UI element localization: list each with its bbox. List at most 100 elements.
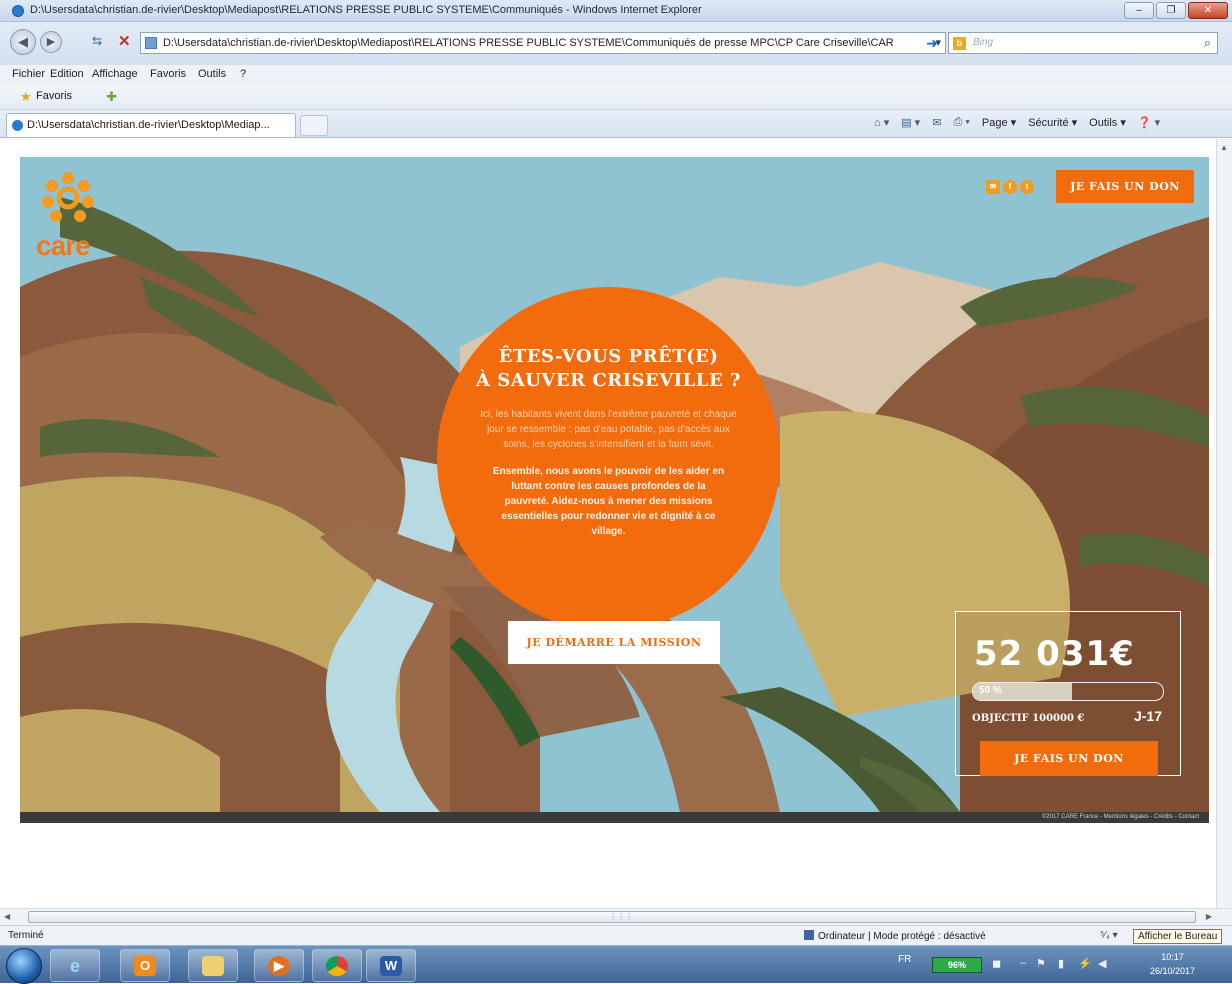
outlook-icon: O: [134, 956, 156, 976]
tray-icon-2[interactable]: –: [1020, 957, 1026, 969]
favorites-star-icon[interactable]: ★: [20, 89, 32, 105]
battery-indicator[interactable]: 96%: [932, 957, 982, 973]
taskbar-ie[interactable]: e: [50, 949, 100, 982]
scroll-right-icon[interactable]: ▶: [1206, 912, 1212, 921]
ie-taskbar-icon: e: [69, 956, 80, 976]
clock[interactable]: 10:17 26/10/2017: [1150, 950, 1195, 978]
clock-time: 10:17: [1161, 952, 1184, 962]
facebook-icon[interactable]: f: [1003, 180, 1017, 194]
tab-title: D:\Usersdata\christian.de-rivier\Desktop…: [27, 119, 270, 131]
fund-percent: 50 %: [979, 685, 1002, 696]
menu-affichage[interactable]: Affichage: [92, 68, 138, 80]
menu-fichier[interactable]: Fichier: [12, 68, 45, 80]
headline-line-1: ÊTES-VOUS PRÊT(E): [498, 346, 719, 367]
network-icon[interactable]: ▮: [1058, 957, 1064, 970]
taskbar-explorer[interactable]: [188, 949, 238, 982]
back-button[interactable]: ◀: [10, 29, 36, 55]
favorites-bar: ★ Favoris ✚: [0, 84, 1232, 110]
bing-icon: b: [953, 37, 966, 50]
media-player-icon: ▶: [268, 956, 290, 976]
fund-progress-bar: 50 %: [972, 682, 1164, 701]
computer-icon: [804, 930, 814, 940]
taskbar-word[interactable]: W: [366, 949, 416, 982]
mission-circle: ÊTES-VOUS PRÊT(E) À SAUVER CRISEVILLE ? …: [437, 287, 780, 630]
taskbar-chrome[interactable]: [312, 949, 362, 982]
refresh-icon[interactable]: ⇆: [92, 34, 102, 48]
twitter-icon[interactable]: t: [1020, 180, 1034, 194]
folder-icon: [202, 956, 224, 976]
address-bar[interactable]: D:\Usersdata\christian.de-rivier\Desktop…: [140, 32, 946, 54]
signal-icon[interactable]: ⚡: [1078, 957, 1092, 970]
donate-bottom-button[interactable]: JE FAIS UN DON: [980, 741, 1158, 776]
taskbar: e O ▶ W FR 96% ◼ – ⚑ ▮ ⚡ ◀ 10:17 26/10/2…: [0, 945, 1232, 984]
care-brand-text: care: [36, 230, 91, 261]
scroll-left-icon[interactable]: ◀: [4, 912, 10, 921]
menu-help[interactable]: ?: [240, 68, 246, 80]
donate-top-button[interactable]: JE FAIS UN DON: [1056, 170, 1194, 203]
headline-line-2: À SAUVER CRISEVILLE ?: [476, 370, 741, 391]
add-favorite-icon[interactable]: ✚: [106, 89, 117, 105]
zoom-control[interactable]: ⁵⁄₄ ▾: [1100, 930, 1118, 941]
headline: ÊTES-VOUS PRÊT(E) À SAUVER CRISEVILLE ?: [437, 345, 780, 393]
page-footer: ©2017 CARE France - Mentions légales - C…: [20, 812, 1209, 823]
restore-button[interactable]: ❐: [1156, 2, 1186, 19]
window-title: D:\Usersdata\christian.de-rivier\Desktop…: [30, 4, 702, 16]
search-icon[interactable]: ⌕: [1204, 35, 1211, 51]
social-links: ✉ f t: [986, 180, 1034, 194]
minimize-button[interactable]: –: [1124, 2, 1154, 19]
status-bar: Terminé Ordinateur | Mode protégé : désa…: [0, 925, 1232, 945]
ie-icon: [12, 5, 24, 17]
menu-bar: Fichier Edition Affichage Favoris Outils…: [0, 64, 1232, 84]
show-desktop-tooltip: Afficher le Bureau: [1133, 929, 1223, 944]
stop-icon[interactable]: ✕: [118, 32, 131, 50]
feeds-icon[interactable]: ▤ ▾: [901, 116, 920, 129]
address-row: ◀ ▶ ⇆ ✕ D:\Usersdata\christian.de-rivier…: [0, 22, 1232, 64]
page-icon: [145, 37, 157, 49]
new-tab-button[interactable]: [300, 115, 328, 136]
word-icon: W: [380, 956, 402, 976]
fund-objective: OBJECTIF 100000 €: [972, 713, 1085, 724]
taskbar-outlook[interactable]: O: [120, 949, 170, 982]
menu-outils[interactable]: Outils: [198, 68, 226, 80]
menu-edition[interactable]: Edition: [50, 68, 84, 80]
security-zone-text: Ordinateur | Mode protégé : désactivé: [818, 931, 986, 942]
tab-ie-icon: [12, 120, 23, 131]
favorites-button[interactable]: Favoris: [36, 90, 72, 102]
tray-icon-1[interactable]: ◼: [992, 957, 1001, 970]
intro-text: Ici, les habitants vivent dans l'extrême…: [480, 409, 737, 450]
close-button[interactable]: ✕: [1188, 2, 1228, 19]
address-text: D:\Usersdata\christian.de-rivier\Desktop…: [163, 37, 894, 49]
start-mission-button[interactable]: JE DÉMARRE LA MISSION: [508, 621, 720, 664]
home-icon[interactable]: ⌂ ▾: [874, 116, 889, 129]
print-icon[interactable]: ⎙ ▾: [953, 116, 969, 129]
title-bar: D:\Usersdata\christian.de-rivier\Desktop…: [0, 0, 1232, 22]
mission-text: Ensemble, nous avons le pouvoir de les a…: [492, 466, 725, 537]
horizontal-scroll-thumb[interactable]: ⋮⋮⋮: [28, 911, 1196, 923]
flag-icon[interactable]: ⚑: [1036, 957, 1046, 970]
menu-favoris[interactable]: Favoris: [150, 68, 186, 80]
go-arrow-icon[interactable]: ➜: [921, 32, 943, 54]
clock-date: 26/10/2017: [1150, 966, 1196, 976]
days-left: J-17: [1133, 708, 1162, 724]
tab-bar: D:\Usersdata\christian.de-rivier\Desktop…: [0, 110, 1232, 138]
volume-icon[interactable]: ◀: [1098, 957, 1106, 970]
mail-icon[interactable]: ✉: [932, 116, 941, 129]
fund-amount: 52 031€: [974, 634, 1135, 674]
start-button[interactable]: [6, 948, 42, 984]
vertical-scrollbar[interactable]: ▲: [1216, 139, 1232, 908]
command-bar: ⌂ ▾ ▤ ▾ ✉ ⎙ ▾ Page ▾ Sécurité ▾ Outils ▾…: [874, 116, 1160, 129]
security-menu[interactable]: Sécurité ▾: [1028, 116, 1077, 129]
search-box[interactable]: b Bing ⌕: [948, 32, 1218, 54]
horizontal-scrollbar[interactable]: ◀ ⋮⋮⋮ ▶: [0, 908, 1232, 925]
chrome-icon: [326, 956, 348, 976]
help-icon[interactable]: ❓ ▾: [1138, 116, 1160, 129]
footer-links[interactable]: ©2017 CARE France - Mentions légales - C…: [1042, 812, 1199, 823]
forward-button[interactable]: ▶: [40, 31, 62, 53]
tab-current[interactable]: D:\Usersdata\christian.de-rivier\Desktop…: [6, 113, 296, 137]
browser-window: D:\Usersdata\christian.de-rivier\Desktop…: [0, 0, 1232, 984]
taskbar-media-player[interactable]: ▶: [254, 949, 304, 982]
page-menu[interactable]: Page ▾: [982, 116, 1016, 129]
tools-menu[interactable]: Outils ▾: [1089, 116, 1126, 129]
email-share-icon[interactable]: ✉: [986, 180, 1000, 194]
language-indicator[interactable]: FR: [898, 954, 911, 965]
